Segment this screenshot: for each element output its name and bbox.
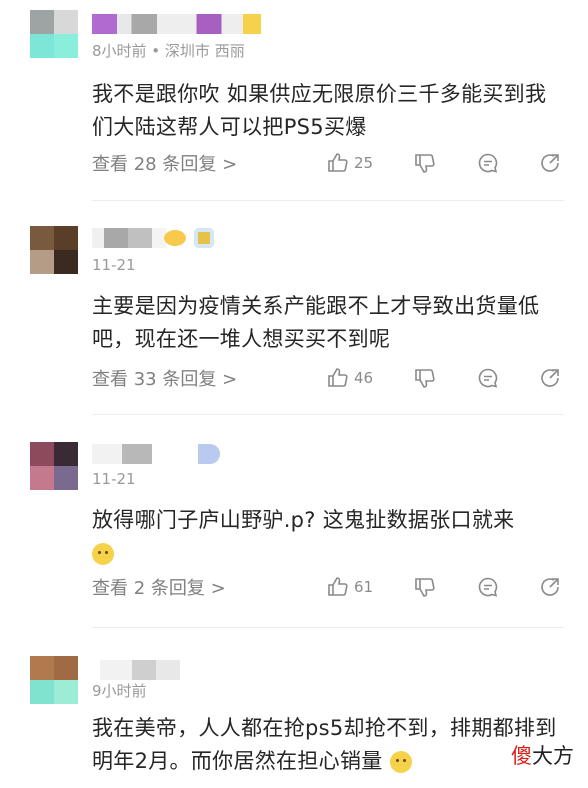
comment-text: 放得哪门子庐山野驴.p? 这鬼扯数据张口就来: [92, 504, 567, 570]
share-icon: [541, 578, 559, 596]
divider: [92, 200, 564, 201]
level-badge-icon: [194, 228, 214, 248]
smile-emoji-icon: [92, 543, 114, 565]
dislike-button[interactable]: [413, 575, 437, 599]
avatar-tile: [54, 250, 78, 274]
view-replies-link[interactable]: 查看 33 条回复 >: [92, 365, 237, 391]
avatar-tile: [30, 466, 54, 490]
view-replies-link[interactable]: 查看 2 条回复 >: [92, 574, 226, 600]
smile-emoji-icon: [389, 751, 412, 773]
comment-text: 主要是因为疫情关系产能跟不上才导致出货量低吧，现在还一堆人想买买不到呢: [92, 294, 540, 351]
comment-text: 我在美帝，人人都在抢ps5却抢不到，排期都排到明年2月。而你居然在担心销量: [92, 712, 567, 778]
divider: [92, 627, 564, 628]
comment-bubble-icon: [478, 153, 498, 173]
vip-badge-icon: [164, 230, 186, 246]
like-button[interactable]: 46: [326, 366, 373, 390]
comment-actions: 查看 33 条回复 > 46: [0, 365, 588, 395]
reply-button[interactable]: [476, 575, 500, 599]
like-button[interactable]: 61: [326, 575, 373, 599]
avatar[interactable]: [30, 226, 78, 274]
avatar-tile: [54, 656, 78, 680]
comment-meta: 11-21: [92, 470, 136, 488]
share-button[interactable]: [538, 151, 562, 175]
username-blurred[interactable]: [100, 660, 180, 680]
level-badge-icon: [198, 444, 220, 464]
comment-bubble-icon: [478, 577, 498, 597]
dislike-button[interactable]: [413, 151, 437, 175]
avatar-tile: [30, 656, 54, 680]
avatar-tile: [54, 442, 78, 466]
share-icon: [541, 154, 559, 172]
avatar-tile: [54, 10, 78, 34]
avatar-tile: [54, 466, 78, 490]
thumbs-up-icon: [328, 577, 348, 596]
share-button[interactable]: [538, 575, 562, 599]
thumbs-down-icon: [415, 154, 435, 173]
watermark-first-char: 傻: [511, 744, 532, 768]
username-blurred[interactable]: [92, 444, 152, 464]
thumbs-up-icon: [328, 153, 348, 172]
avatar-tile: [54, 680, 78, 704]
thumbs-down-icon: [415, 578, 435, 597]
avatar-tile: [30, 250, 54, 274]
dislike-button[interactable]: [413, 366, 437, 390]
comment-bubble-icon: [478, 368, 498, 388]
avatar[interactable]: [30, 10, 78, 58]
divider: [92, 414, 564, 415]
avatar-tile: [54, 34, 78, 58]
comment-actions: 查看 28 条回复 > 25: [0, 150, 588, 180]
watermark-rest: 大方: [532, 744, 574, 768]
comment-meta: 9小时前: [92, 682, 147, 700]
like-count: 61: [354, 578, 374, 596]
view-replies-link[interactable]: 查看 28 条回复 >: [92, 150, 237, 176]
watermark: 傻大方: [511, 740, 574, 770]
like-button[interactable]: 25: [326, 151, 373, 175]
avatar-tile: [30, 34, 54, 58]
avatar[interactable]: [30, 656, 78, 704]
comment-text-content: 放得哪门子庐山野驴.p? 这鬼扯数据张口就来: [92, 508, 515, 532]
avatar-tile: [30, 442, 54, 466]
comment-meta: 11-21: [92, 256, 136, 274]
avatar-tile: [30, 680, 54, 704]
like-count: 46: [354, 369, 374, 387]
avatar-tile: [30, 226, 54, 250]
avatar-tile: [30, 10, 54, 34]
avatar-tile: [54, 226, 78, 250]
reply-button[interactable]: [476, 151, 500, 175]
username-blurred[interactable]: [92, 14, 272, 34]
thumbs-down-icon: [415, 369, 435, 388]
avatar[interactable]: [30, 442, 78, 490]
reply-button[interactable]: [476, 366, 500, 390]
like-count: 25: [354, 154, 374, 172]
share-icon: [541, 369, 559, 387]
comment-actions: 查看 2 条回复 > 61: [0, 574, 588, 604]
comment-text-content: 我在美帝，人人都在抢ps5却抢不到，排期都排到明年2月。而你居然在担心销量: [92, 716, 557, 773]
thumbs-up-icon: [328, 368, 348, 387]
share-button[interactable]: [538, 366, 562, 390]
comment-meta: 8小时前 • 深圳市 西丽: [92, 42, 245, 60]
comment-text: 我不是跟你吹 如果供应无限原价三千多能买到我们大陆这帮人可以把PS5买爆: [92, 82, 547, 139]
